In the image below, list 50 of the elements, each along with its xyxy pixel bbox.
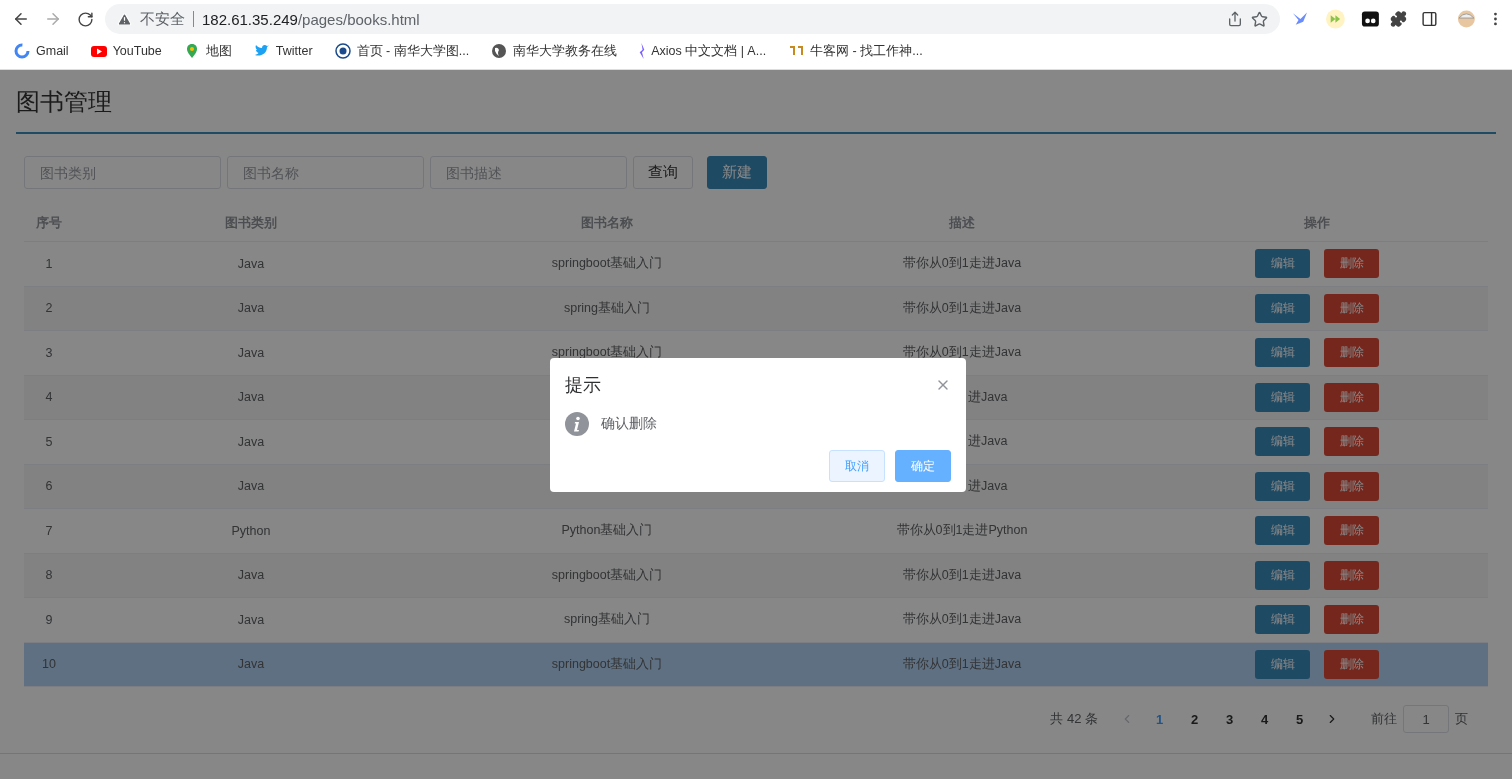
table-cell-text: 进Java <box>967 433 1008 451</box>
table-cell: 带你从0到1走进Java <box>902 255 1022 273</box>
goto-label: 前往 <box>1371 710 1397 728</box>
table-cell: springboot基础入门 <box>551 566 663 584</box>
table-cell: Java <box>237 390 265 405</box>
column-header: 描述 <box>949 214 975 232</box>
column-header: 图书类别 <box>225 214 277 232</box>
table-cell-text: 进Java <box>967 388 1008 406</box>
table-cell: 2 <box>45 301 53 316</box>
table-cell-text: 进Java <box>967 477 1008 495</box>
table-cell: 4 <box>45 390 53 405</box>
table-cell: Java <box>237 479 265 494</box>
table-cell: spring基础入门 <box>563 299 650 317</box>
column-header: 图书名称 <box>581 214 633 232</box>
table-cell: 带你从0到1走进Java <box>902 611 1022 629</box>
column-header: 操作 <box>1304 214 1330 232</box>
table-cell: 带你从0到1走进Java <box>902 299 1022 317</box>
page-title: 图书管理 <box>16 86 1496 134</box>
table-cell: 10 <box>42 657 56 672</box>
total-count: 共 42 条 <box>1050 710 1098 728</box>
table-cell: Java <box>237 256 265 271</box>
table-cell: 带你从0到1走进Java <box>902 655 1022 673</box>
table-cell: Java <box>237 345 265 360</box>
table-cell: 8 <box>45 568 53 583</box>
table-cell: Java <box>237 657 265 672</box>
dialog-title: 提示 <box>565 374 601 397</box>
table-cell: Java <box>237 568 265 583</box>
table-cell: 6 <box>45 479 53 494</box>
table-cell: Java <box>237 434 265 449</box>
table-cell: 3 <box>45 345 53 360</box>
table-cell: springboot基础入门 <box>551 255 663 273</box>
table-cell: Python <box>231 523 271 538</box>
table-cell: Python基础入门 <box>561 522 653 540</box>
url-text: 182.61.35.249/pages/books.html <box>202 10 420 28</box>
security-label: 不安全 <box>140 9 185 29</box>
table-cell: 5 <box>45 434 53 449</box>
table-cell: 7 <box>45 523 53 538</box>
table-cell: Java <box>237 612 265 627</box>
table-cell: 带你从0到1走进Java <box>902 344 1022 362</box>
table-cell: Java <box>237 301 265 316</box>
table-cell: 9 <box>45 612 53 627</box>
table-cell: 带你从0到1走进Java <box>902 566 1022 584</box>
table-cell: 带你从0到1走进Python <box>896 522 1028 540</box>
table-cell: springboot基础入门 <box>551 655 663 673</box>
table-cell: spring基础入门 <box>563 611 650 629</box>
dialog-message: 确认删除 <box>601 415 657 433</box>
table-cell: springboot基础入门 <box>551 344 663 362</box>
column-header: 序号 <box>36 214 62 232</box>
page-unit-label: 页 <box>1455 710 1468 728</box>
table-cell: 1 <box>45 256 53 271</box>
